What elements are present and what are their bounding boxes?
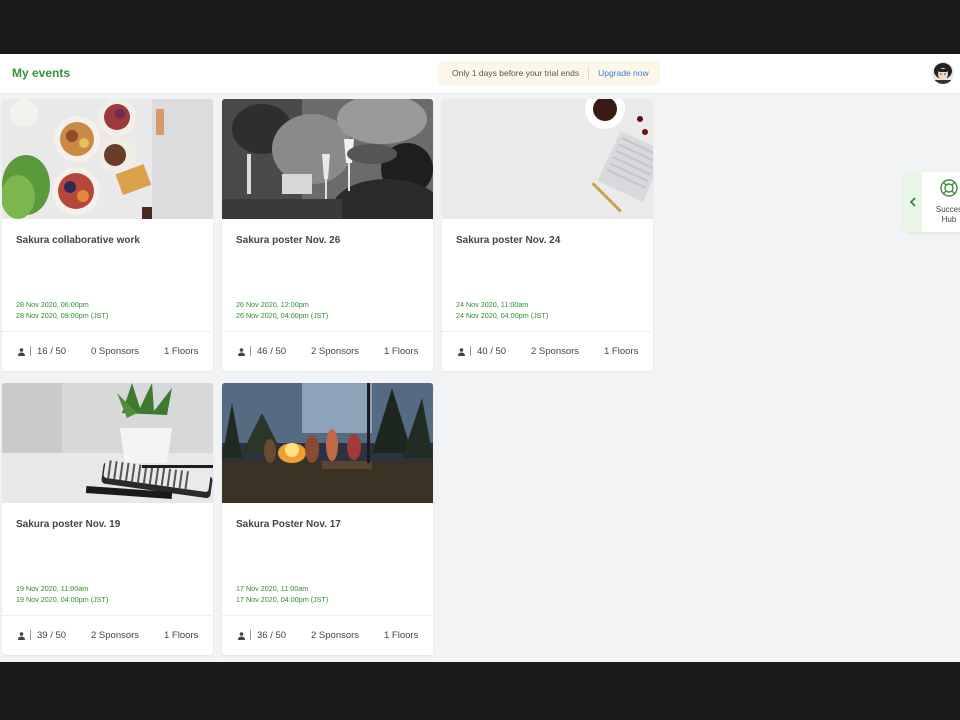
sponsor-count: 0 Sponsors (91, 346, 140, 357)
hub-label-line: Hub (941, 215, 957, 224)
floor-count: 1 Floors (384, 346, 419, 357)
collapse-tab[interactable] (904, 172, 922, 232)
event-start: 26 Nov 2020, 12:00pm (236, 300, 309, 309)
event-end: 26 Nov 2020, 04:00pm (JST) (236, 310, 329, 320)
attendee-count: 36 / 50 (257, 630, 287, 641)
divider (470, 346, 471, 356)
avatar[interactable] (932, 62, 954, 84)
event-dates: 24 Nov 2020, 11:00am 24 Nov 2020, 04:00p… (456, 300, 548, 321)
success-hub-panel[interactable]: Succes Hub (904, 172, 960, 232)
chevron-left-icon (909, 197, 916, 207)
event-stats: 36 / 50 2 Sponsors 1 Floors (222, 616, 433, 655)
event-end: 19 Nov 2020, 04:00pm (JST) (16, 594, 109, 604)
desk-keyboard-photo (442, 99, 653, 219)
divider (588, 66, 590, 80)
event-card[interactable]: Sakura poster Nov. 24 24 Nov 2020, 11:00… (442, 99, 653, 371)
notebook-plant-photo (2, 383, 213, 503)
event-title: Sakura poster Nov. 19 (16, 519, 121, 530)
attendee-count: 46 / 50 (257, 346, 287, 357)
event-title: Sakura poster Nov. 24 (456, 235, 561, 246)
event-dates: 19 Nov 2020, 11:00am 19 Nov 2020, 04:00p… (16, 584, 108, 605)
event-title: Sakura collaborative work (16, 235, 140, 246)
event-start: 28 Nov 2020, 06:00pm (16, 300, 89, 309)
sponsor-count: 2 Sponsors (311, 346, 360, 357)
event-stats: 39 / 50 2 Sponsors 1 Floors (2, 616, 213, 655)
floor-count: 1 Floors (164, 630, 199, 641)
person-icon (18, 348, 25, 356)
trial-banner: Only 1 days before your trial ends Upgra… (438, 61, 660, 85)
event-card[interactable]: Sakura poster Nov. 26 26 Nov 2020, 12:00… (222, 99, 433, 371)
upgrade-link[interactable]: Upgrade now (598, 68, 649, 78)
floor-count: 1 Floors (164, 346, 199, 357)
event-title: Sakura poster Nov. 26 (236, 235, 341, 246)
food-table-photo (2, 99, 213, 219)
lifebuoy-icon (940, 179, 958, 197)
floor-count: 1 Floors (384, 630, 419, 641)
divider (250, 346, 251, 356)
floor-count: 1 Floors (604, 346, 639, 357)
hub-label-line: Succes (935, 205, 960, 214)
divider (250, 630, 251, 640)
event-stats: 46 / 50 2 Sponsors 1 Floors (222, 332, 433, 371)
event-card[interactable]: Sakura collaborative work 28 Nov 2020, 0… (2, 99, 213, 371)
divider (30, 630, 31, 640)
divider (30, 346, 31, 356)
sponsor-count: 2 Sponsors (91, 630, 140, 641)
event-start: 24 Nov 2020, 11:00am (456, 300, 529, 309)
event-stats: 16 / 50 0 Sponsors 1 Floors (2, 332, 213, 371)
person-icon (238, 632, 245, 640)
party-toast-photo (222, 99, 433, 219)
person-icon (238, 348, 245, 356)
sponsor-count: 2 Sponsors (311, 630, 360, 641)
event-end: 28 Nov 2020, 09:00pm (JST) (16, 310, 109, 320)
person-icon (18, 632, 25, 640)
event-dates: 28 Nov 2020, 06:00pm 28 Nov 2020, 09:00p… (16, 300, 108, 321)
attendee-count: 40 / 50 (477, 346, 507, 357)
event-start: 17 Nov 2020, 11:00am (236, 584, 309, 593)
event-card[interactable]: Sakura Poster Nov. 17 17 Nov 2020, 11:00… (222, 383, 433, 655)
attendee-count: 16 / 50 (37, 346, 67, 357)
event-dates: 26 Nov 2020, 12:00pm 26 Nov 2020, 04:00p… (236, 300, 328, 321)
trial-text: Only 1 days before your trial ends (452, 68, 580, 78)
event-end: 17 Nov 2020, 04:00pm (JST) (236, 594, 329, 604)
app-window: My events Only 1 days before your trial … (0, 54, 960, 662)
event-end: 24 Nov 2020, 04:00pm (JST) (456, 310, 549, 320)
event-card[interactable]: Sakura poster Nov. 19 19 Nov 2020, 11:00… (2, 383, 213, 655)
event-stats: 40 / 50 2 Sponsors 1 Floors (442, 332, 653, 371)
top-bar: My events Only 1 days before your trial … (0, 54, 960, 94)
success-hub-label: Succes Hub (931, 205, 960, 225)
page-title: My events (12, 66, 71, 80)
event-title: Sakura Poster Nov. 17 (236, 519, 341, 530)
attendee-count: 39 / 50 (37, 630, 67, 641)
event-start: 19 Nov 2020, 11:00am (16, 584, 89, 593)
sponsor-count: 2 Sponsors (531, 346, 580, 357)
campfire-photo (222, 383, 433, 503)
person-icon (458, 348, 465, 356)
event-dates: 17 Nov 2020, 11:00am 17 Nov 2020, 04:00p… (236, 584, 328, 605)
